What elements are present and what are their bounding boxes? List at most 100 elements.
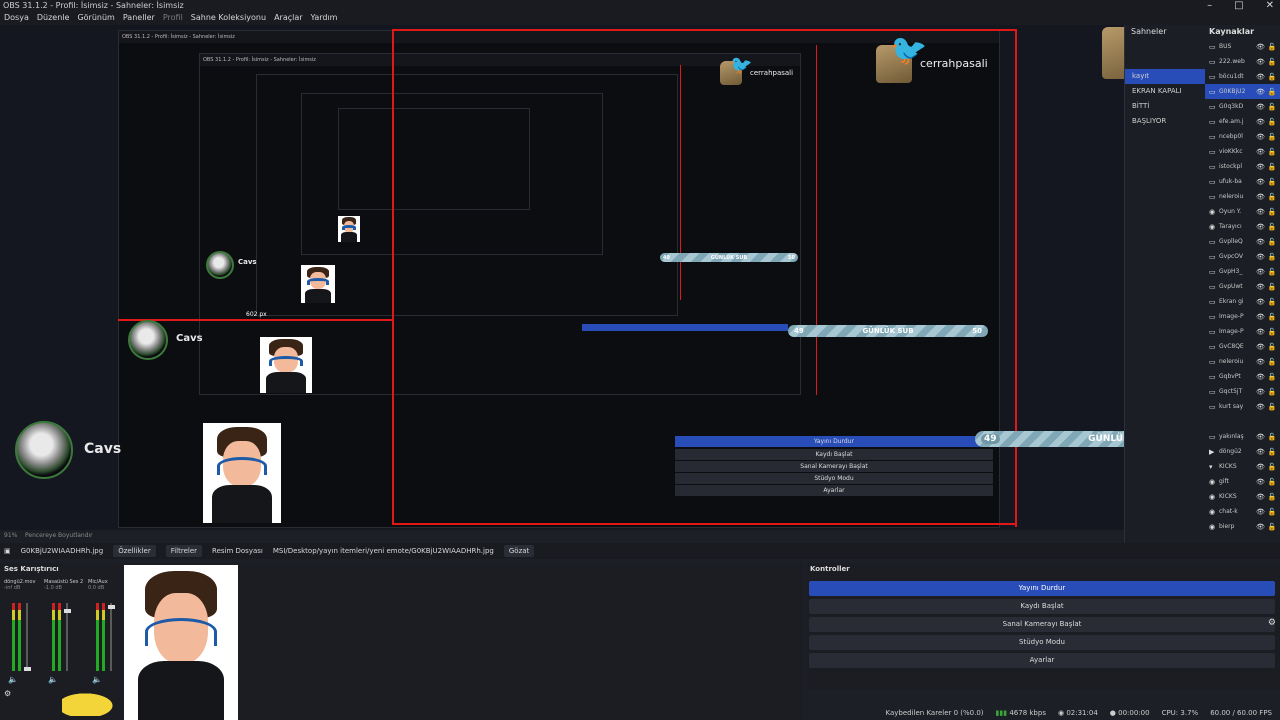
- lock-icon[interactable]: 🔓: [1268, 268, 1277, 276]
- fit-window-button[interactable]: Pencereye Boyutlandır: [25, 532, 93, 539]
- source-item[interactable]: ▭ G0KBjU2 👁 🔓: [1205, 84, 1280, 99]
- menu-edit[interactable]: Düzenle: [37, 11, 70, 25]
- visibility-icon[interactable]: 👁: [1256, 283, 1265, 291]
- visibility-icon[interactable]: 👁: [1256, 493, 1265, 501]
- visibility-icon[interactable]: 👁: [1256, 193, 1265, 201]
- volume-fader[interactable]: [110, 603, 112, 671]
- minimize-icon[interactable]: –: [1207, 0, 1212, 11]
- fader-knob[interactable]: [108, 605, 115, 609]
- visibility-icon[interactable]: 👁: [1256, 478, 1265, 486]
- stop-stream-button[interactable]: Yayını Durdur: [809, 581, 1275, 596]
- source-item[interactable]: ▭ Gqct5jT 👁 🔓: [1205, 384, 1280, 399]
- visibility-icon[interactable]: 👁: [1256, 343, 1265, 351]
- source-item[interactable]: ▭ GqbvPt 👁 🔓: [1205, 369, 1280, 384]
- source-item[interactable]: ◉ Oyun Y. 👁 🔓: [1205, 204, 1280, 219]
- lock-icon[interactable]: 🔓: [1268, 253, 1277, 261]
- fader-knob[interactable]: [64, 609, 71, 613]
- source-item[interactable]: ▭ vioKKkc 👁 🔓: [1205, 144, 1280, 159]
- source-item[interactable]: ◉ chat-k 👁 🔓: [1205, 504, 1280, 519]
- lock-icon[interactable]: 🔓: [1268, 178, 1277, 186]
- visibility-icon[interactable]: 👁: [1256, 403, 1265, 411]
- lock-icon[interactable]: 🔓: [1268, 283, 1277, 291]
- filters-button[interactable]: Filtreler: [165, 545, 203, 557]
- source-item[interactable]: ▭ GvC8QE 👁 🔓: [1205, 339, 1280, 354]
- lock-icon[interactable]: 🔓: [1268, 403, 1277, 411]
- source-item[interactable]: ◉ gift 👁 🔓: [1205, 474, 1280, 489]
- visibility-icon[interactable]: 👁: [1256, 238, 1265, 246]
- source-item[interactable]: ▭ GvpUwt 👁 🔓: [1205, 279, 1280, 294]
- menu-profile[interactable]: Profil: [163, 11, 183, 25]
- visibility-icon[interactable]: 👁: [1256, 133, 1265, 141]
- source-item[interactable]: ▭ böcu1dt 👁 🔓: [1205, 69, 1280, 84]
- lock-icon[interactable]: 🔓: [1268, 43, 1277, 51]
- source-item[interactable]: ◉ bierp 👁 🔓: [1205, 519, 1280, 534]
- visibility-icon[interactable]: 👁: [1256, 103, 1265, 111]
- visibility-icon[interactable]: 👁: [1256, 73, 1265, 81]
- menu-view[interactable]: Görünüm: [77, 11, 114, 25]
- speaker-icon[interactable]: 🔈: [92, 675, 102, 684]
- visibility-icon[interactable]: 👁: [1256, 433, 1265, 441]
- lock-icon[interactable]: 🔓: [1268, 163, 1277, 171]
- visibility-icon[interactable]: 👁: [1256, 208, 1265, 216]
- visibility-icon[interactable]: 👁: [1256, 163, 1265, 171]
- lock-icon[interactable]: 🔓: [1268, 88, 1277, 96]
- visibility-icon[interactable]: 👁: [1256, 508, 1265, 516]
- menu-scene-collection[interactable]: Sahne Koleksiyonu: [191, 11, 266, 25]
- volume-fader[interactable]: [66, 603, 68, 671]
- menu-tools[interactable]: Araçlar: [274, 11, 302, 25]
- source-item[interactable]: ▭ GvpcOV 👁 🔓: [1205, 249, 1280, 264]
- menu-docks[interactable]: Paneller: [123, 11, 155, 25]
- lock-icon[interactable]: 🔓: [1268, 73, 1277, 81]
- start-virtual-camera-button[interactable]: Sanal Kamerayı Başlat: [809, 617, 1275, 632]
- properties-button[interactable]: Özellikler: [113, 545, 156, 557]
- zoom-percent[interactable]: 91%: [4, 532, 17, 539]
- lock-icon[interactable]: 🔓: [1268, 133, 1277, 141]
- scene-item[interactable]: BİTTİ: [1125, 99, 1205, 114]
- fader-knob[interactable]: [24, 667, 31, 671]
- mixer-settings-icon[interactable]: ⚙: [4, 689, 11, 698]
- visibility-icon[interactable]: 👁: [1256, 298, 1265, 306]
- lock-icon[interactable]: 🔓: [1268, 148, 1277, 156]
- settings-button[interactable]: Ayarlar: [809, 653, 1275, 668]
- source-item[interactable]: ▭ GvpH3_ 👁 🔓: [1205, 264, 1280, 279]
- visibility-icon[interactable]: 👁: [1256, 388, 1265, 396]
- lock-icon[interactable]: 🔓: [1268, 193, 1277, 201]
- source-item[interactable]: ▭ istockpl 👁 🔓: [1205, 159, 1280, 174]
- visibility-icon[interactable]: 👁: [1256, 448, 1265, 456]
- menu-help[interactable]: Yardım: [311, 11, 338, 25]
- lock-icon[interactable]: 🔓: [1268, 118, 1277, 126]
- source-item[interactable]: ▭ neleroiu 👁 🔓: [1205, 189, 1280, 204]
- browse-button[interactable]: Gözat: [503, 545, 535, 557]
- source-item[interactable]: ▭ yakınlaş 👁 🔓: [1205, 429, 1280, 444]
- lock-icon[interactable]: 🔓: [1268, 508, 1277, 516]
- lock-icon[interactable]: 🔓: [1268, 493, 1277, 501]
- source-item[interactable]: ▭ Image-P 👁 🔓: [1205, 324, 1280, 339]
- close-icon[interactable]: ✕: [1266, 0, 1274, 11]
- speaker-icon[interactable]: 🔈: [8, 675, 18, 684]
- visibility-icon[interactable]: 👁: [1256, 358, 1265, 366]
- lock-icon[interactable]: 🔓: [1268, 388, 1277, 396]
- menu-file[interactable]: Dosya: [4, 11, 29, 25]
- lock-icon[interactable]: 🔓: [1268, 358, 1277, 366]
- volume-fader[interactable]: [26, 603, 28, 671]
- visibility-icon[interactable]: 👁: [1256, 313, 1265, 321]
- visibility-icon[interactable]: 👁: [1256, 463, 1265, 471]
- speaker-icon[interactable]: 🔈: [48, 675, 58, 684]
- lock-icon[interactable]: 🔓: [1268, 328, 1277, 336]
- source-item[interactable]: [1205, 414, 1280, 429]
- scene-item[interactable]: BAŞLIYOR: [1125, 114, 1205, 129]
- source-item[interactable]: ▾ KICKS 👁 🔓: [1205, 459, 1280, 474]
- source-item[interactable]: ◉ KICKS 👁 🔓: [1205, 489, 1280, 504]
- scene-item[interactable]: EKRAN KAPALI: [1125, 84, 1205, 99]
- visibility-icon[interactable]: 👁: [1256, 223, 1265, 231]
- virtual-camera-settings-icon[interactable]: ⚙: [1268, 618, 1276, 628]
- source-item[interactable]: ▭ BUS 👁 🔓: [1205, 39, 1280, 54]
- lock-icon[interactable]: 🔓: [1268, 103, 1277, 111]
- lock-icon[interactable]: 🔓: [1268, 298, 1277, 306]
- visibility-icon[interactable]: 👁: [1256, 118, 1265, 126]
- lock-icon[interactable]: 🔓: [1268, 463, 1277, 471]
- lock-icon[interactable]: 🔓: [1268, 448, 1277, 456]
- studio-mode-button[interactable]: Stüdyo Modu: [809, 635, 1275, 650]
- source-item[interactable]: ▶ döngü2 👁 🔓: [1205, 444, 1280, 459]
- source-item[interactable]: ▭ G0q3kD 👁 🔓: [1205, 99, 1280, 114]
